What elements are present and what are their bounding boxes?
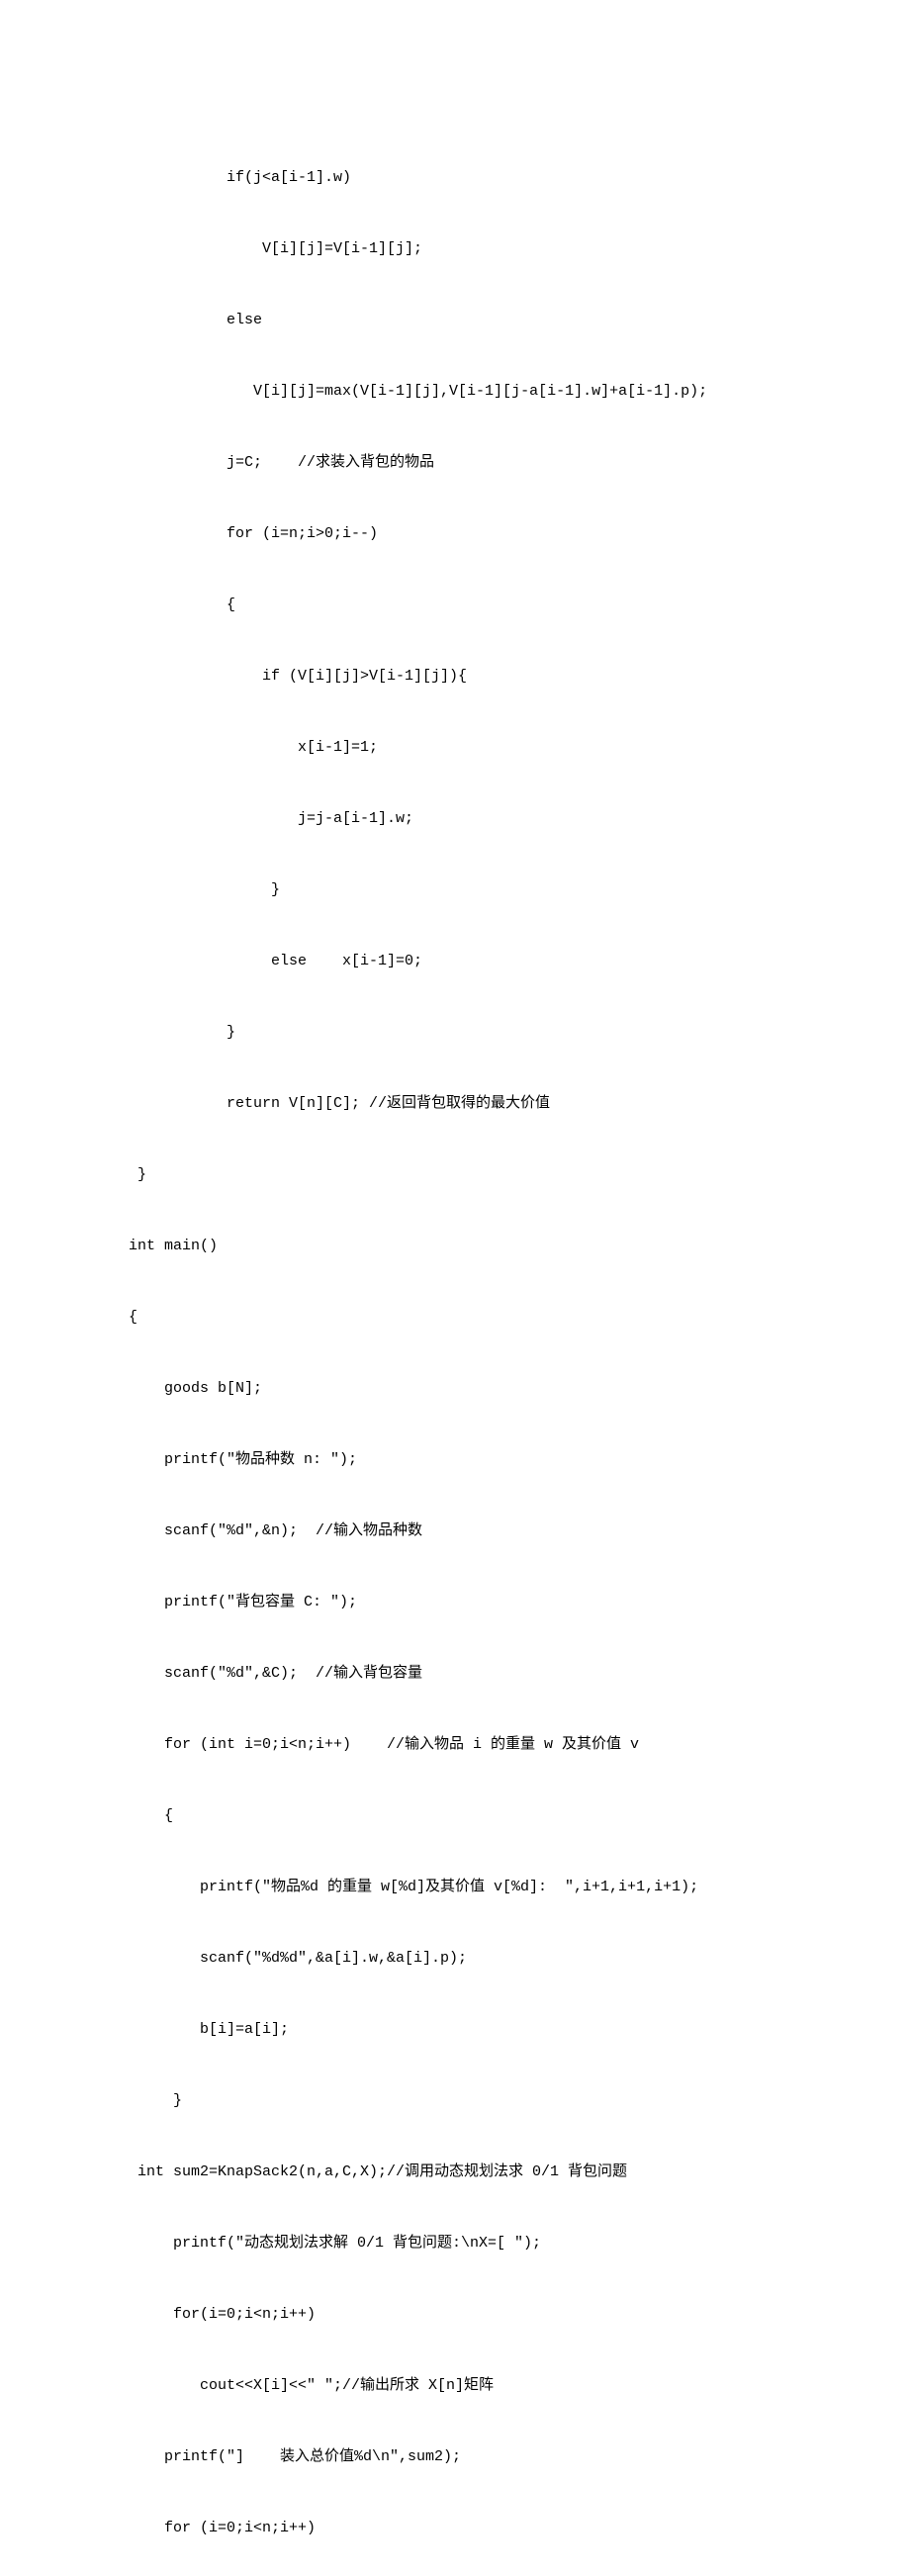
code-line: printf("] 装入总价值%d\n",sum2); [129, 2445, 772, 2469]
code-line: scanf("%d%d",&a[i].w,&a[i].p); [129, 1947, 772, 1971]
code-line: printf("物品种数 n: "); [129, 1448, 772, 1472]
code-line: for(i=0;i<n;i++) [129, 2303, 772, 2327]
code-line: printf("背包容量 C: "); [129, 1591, 772, 1614]
code-line: else x[i-1]=0; [129, 950, 772, 973]
code-line: if (V[i][j]>V[i-1][j]){ [129, 665, 772, 689]
code-line: scanf("%d",&C); //输入背包容量 [129, 1662, 772, 1686]
code-line: int main() [129, 1235, 772, 1258]
code-line: { [129, 1306, 772, 1330]
code-line: x[i-1]=1; [129, 736, 772, 760]
code-line: printf("物品%d 的重量 w[%d]及其价值 v[%d]: ",i+1,… [129, 1876, 772, 1899]
code-line: for (i=n;i>0;i--) [129, 522, 772, 546]
code-line: int sum2=KnapSack2(n,a,C,X);//调用动态规划法求 0… [129, 2161, 772, 2184]
code-line: j=j-a[i-1].w; [129, 807, 772, 831]
code-block: if(j<a[i-1].w) V[i][j]=V[i-1][j]; else V… [129, 119, 772, 2576]
code-line: for (i=0;i<n;i++) [129, 2517, 772, 2540]
code-line: j=C; //求装入背包的物品 [129, 451, 772, 475]
code-line: V[i][j]=max(V[i-1][j],V[i-1][j-a[i-1].w]… [129, 380, 772, 404]
code-line: } [129, 878, 772, 902]
code-line: { [129, 594, 772, 617]
code-line: if(j<a[i-1].w) [129, 166, 772, 190]
code-line: scanf("%d",&n); //输入物品种数 [129, 1519, 772, 1543]
code-line: cout<<X[i]<<" ";//输出所求 X[n]矩阵 [129, 2374, 772, 2398]
document-page: if(j<a[i-1].w) V[i][j]=V[i-1][j]; else V… [0, 0, 910, 2576]
code-line: return V[n][C]; //返回背包取得的最大价值 [129, 1092, 772, 1116]
code-line: for (int i=0;i<n;i++) //输入物品 i 的重量 w 及其价… [129, 1733, 772, 1757]
code-line: else [129, 309, 772, 332]
code-line: V[i][j]=V[i-1][j]; [129, 237, 772, 261]
code-line: { [129, 1804, 772, 1828]
code-line: } [129, 1021, 772, 1045]
code-line: goods b[N]; [129, 1377, 772, 1401]
code-line: } [129, 2089, 772, 2113]
code-line: printf("动态规划法求解 0/1 背包问题:\nX=[ "); [129, 2232, 772, 2255]
code-line: b[i]=a[i]; [129, 2018, 772, 2042]
code-line: } [129, 1163, 772, 1187]
